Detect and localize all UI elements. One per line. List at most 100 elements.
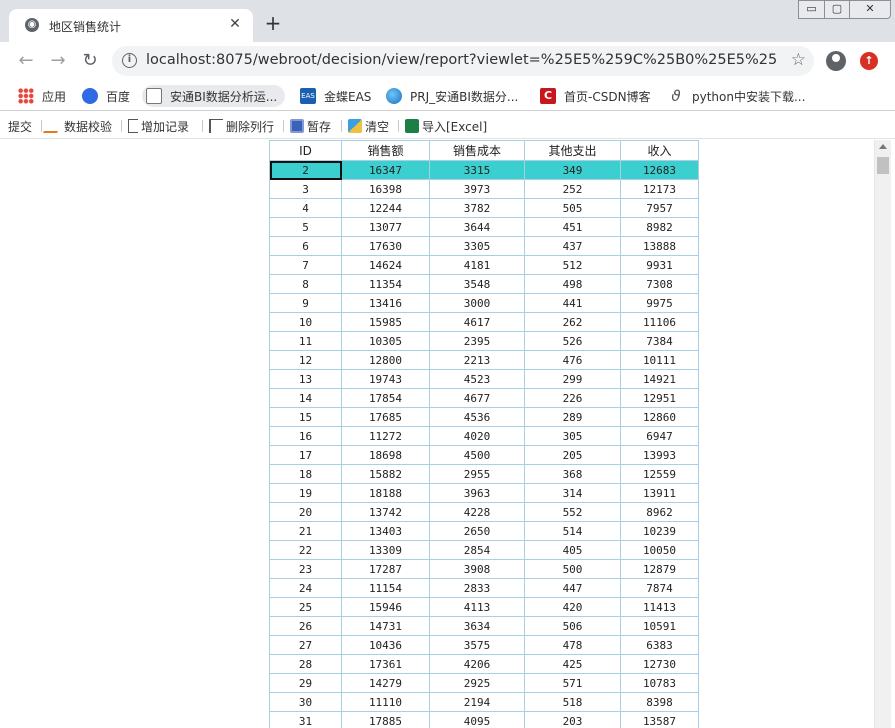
cell-cost[interactable]: 4536 <box>429 407 525 427</box>
cell-other-expense[interactable]: 478 <box>524 635 621 655</box>
cell-other-expense[interactable]: 299 <box>524 369 621 389</box>
cell-other-expense[interactable]: 205 <box>524 445 621 465</box>
cell-other-expense[interactable]: 226 <box>524 388 621 408</box>
browser-tab[interactable]: ◉ 地区销售统计 ✕ <box>9 9 253 42</box>
table-row[interactable]: 22 13309 2854 405 10050 <box>269 540 699 560</box>
cell-id[interactable]: 3 <box>269 179 342 199</box>
bookmark-apps[interactable]: 应用 <box>18 85 66 107</box>
cell-income[interactable]: 13993 <box>620 445 699 465</box>
table-row[interactable]: 6 17630 3305 437 13888 <box>269 236 699 256</box>
profile-avatar-icon[interactable] <box>826 51 846 71</box>
table-row[interactable]: 10 15985 4617 262 11106 <box>269 312 699 332</box>
cell-id[interactable]: 31 <box>269 711 342 728</box>
table-row[interactable]: 31 17885 4095 203 13587 <box>269 711 699 728</box>
table-row[interactable]: 15 17685 4536 289 12860 <box>269 407 699 427</box>
table-row[interactable]: 16 11272 4020 305 6947 <box>269 426 699 446</box>
cell-other-expense[interactable]: 289 <box>524 407 621 427</box>
cell-id[interactable]: 16 <box>269 426 342 446</box>
cell-income[interactable]: 13587 <box>620 711 699 728</box>
cell-income[interactable]: 8982 <box>620 217 699 237</box>
cell-other-expense[interactable]: 505 <box>524 198 621 218</box>
table-row[interactable]: 5 13077 3644 451 8982 <box>269 217 699 237</box>
cell-sales[interactable]: 10436 <box>341 635 430 655</box>
table-row[interactable]: 23 17287 3908 500 12879 <box>269 559 699 579</box>
cell-other-expense[interactable]: 437 <box>524 236 621 256</box>
cell-sales[interactable]: 16398 <box>341 179 430 199</box>
cell-income[interactable]: 12173 <box>620 179 699 199</box>
cell-cost[interactable]: 3548 <box>429 274 525 294</box>
table-row[interactable]: 18 15882 2955 368 12559 <box>269 464 699 484</box>
cell-cost[interactable]: 3782 <box>429 198 525 218</box>
maximize-button[interactable]: ▢ <box>824 0 850 19</box>
cell-id[interactable]: 11 <box>269 331 342 351</box>
close-window-button[interactable]: ✕ <box>849 0 891 19</box>
cell-income[interactable]: 7957 <box>620 198 699 218</box>
cell-income[interactable]: 12683 <box>620 160 699 180</box>
cell-income[interactable]: 9931 <box>620 255 699 275</box>
cell-other-expense[interactable]: 498 <box>524 274 621 294</box>
cell-sales[interactable]: 17361 <box>341 654 430 674</box>
cell-id[interactable]: 15 <box>269 407 342 427</box>
cell-id[interactable]: 25 <box>269 597 342 617</box>
cell-other-expense[interactable]: 552 <box>524 502 621 522</box>
cell-income[interactable]: 7384 <box>620 331 699 351</box>
cell-id[interactable]: 12 <box>269 350 342 370</box>
cell-id[interactable]: 5 <box>269 217 342 237</box>
cell-cost[interactable]: 4095 <box>429 711 525 728</box>
cell-sales[interactable]: 12244 <box>341 198 430 218</box>
cell-income[interactable]: 7308 <box>620 274 699 294</box>
cell-sales[interactable]: 15985 <box>341 312 430 332</box>
cell-sales[interactable]: 13416 <box>341 293 430 313</box>
cell-cost[interactable]: 4677 <box>429 388 525 408</box>
scroll-up-arrow-icon[interactable] <box>879 144 887 149</box>
cell-income[interactable]: 13888 <box>620 236 699 256</box>
cell-sales[interactable]: 11272 <box>341 426 430 446</box>
cell-other-expense[interactable]: 203 <box>524 711 621 728</box>
cell-cost[interactable]: 3973 <box>429 179 525 199</box>
cell-other-expense[interactable]: 514 <box>524 521 621 541</box>
cell-income[interactable]: 10591 <box>620 616 699 636</box>
cell-id[interactable]: 26 <box>269 616 342 636</box>
cell-other-expense[interactable]: 262 <box>524 312 621 332</box>
table-row[interactable]: 4 12244 3782 505 7957 <box>269 198 699 218</box>
cell-other-expense[interactable]: 571 <box>524 673 621 693</box>
cell-income[interactable]: 10111 <box>620 350 699 370</box>
cell-cost[interactable]: 2854 <box>429 540 525 560</box>
cell-income[interactable]: 6383 <box>620 635 699 655</box>
add-record-button[interactable]: 增加记录 <box>128 117 189 135</box>
cell-cost[interactable]: 2395 <box>429 331 525 351</box>
scroll-thumb[interactable] <box>877 157 889 174</box>
cell-other-expense[interactable]: 305 <box>524 426 621 446</box>
cell-other-expense[interactable]: 314 <box>524 483 621 503</box>
cell-cost[interactable]: 2213 <box>429 350 525 370</box>
cell-income[interactable]: 8398 <box>620 692 699 712</box>
update-icon[interactable]: ↑ <box>860 52 878 70</box>
cell-id[interactable]: 20 <box>269 502 342 522</box>
cell-id[interactable]: 2 <box>269 160 342 180</box>
table-row[interactable]: 13 19743 4523 299 14921 <box>269 369 699 389</box>
cell-other-expense[interactable]: 420 <box>524 597 621 617</box>
cell-id[interactable]: 13 <box>269 369 342 389</box>
cell-other-expense[interactable]: 526 <box>524 331 621 351</box>
cell-cost[interactable]: 4523 <box>429 369 525 389</box>
cell-sales[interactable]: 10305 <box>341 331 430 351</box>
table-row[interactable]: 12 12800 2213 476 10111 <box>269 350 699 370</box>
table-row[interactable]: 9 13416 3000 441 9975 <box>269 293 699 313</box>
cell-sales[interactable]: 19743 <box>341 369 430 389</box>
cell-income[interactable]: 10239 <box>620 521 699 541</box>
cell-id[interactable]: 19 <box>269 483 342 503</box>
cell-other-expense[interactable]: 349 <box>524 160 621 180</box>
cell-cost[interactable]: 3315 <box>429 160 525 180</box>
cell-sales[interactable]: 13742 <box>341 502 430 522</box>
cell-id[interactable]: 8 <box>269 274 342 294</box>
table-row[interactable]: 24 11154 2833 447 7874 <box>269 578 699 598</box>
cell-cost[interactable]: 4206 <box>429 654 525 674</box>
cell-cost[interactable]: 4020 <box>429 426 525 446</box>
cell-id[interactable]: 14 <box>269 388 342 408</box>
info-icon[interactable]: i <box>122 53 137 68</box>
cell-cost[interactable]: 3908 <box>429 559 525 579</box>
delete-row-button[interactable]: 删除列行 <box>209 117 274 135</box>
close-tab-icon[interactable]: ✕ <box>227 16 243 32</box>
address-bar[interactable]: i localhost:8075/webroot/decision/view/r… <box>112 46 814 76</box>
table-row[interactable]: 14 17854 4677 226 12951 <box>269 388 699 408</box>
